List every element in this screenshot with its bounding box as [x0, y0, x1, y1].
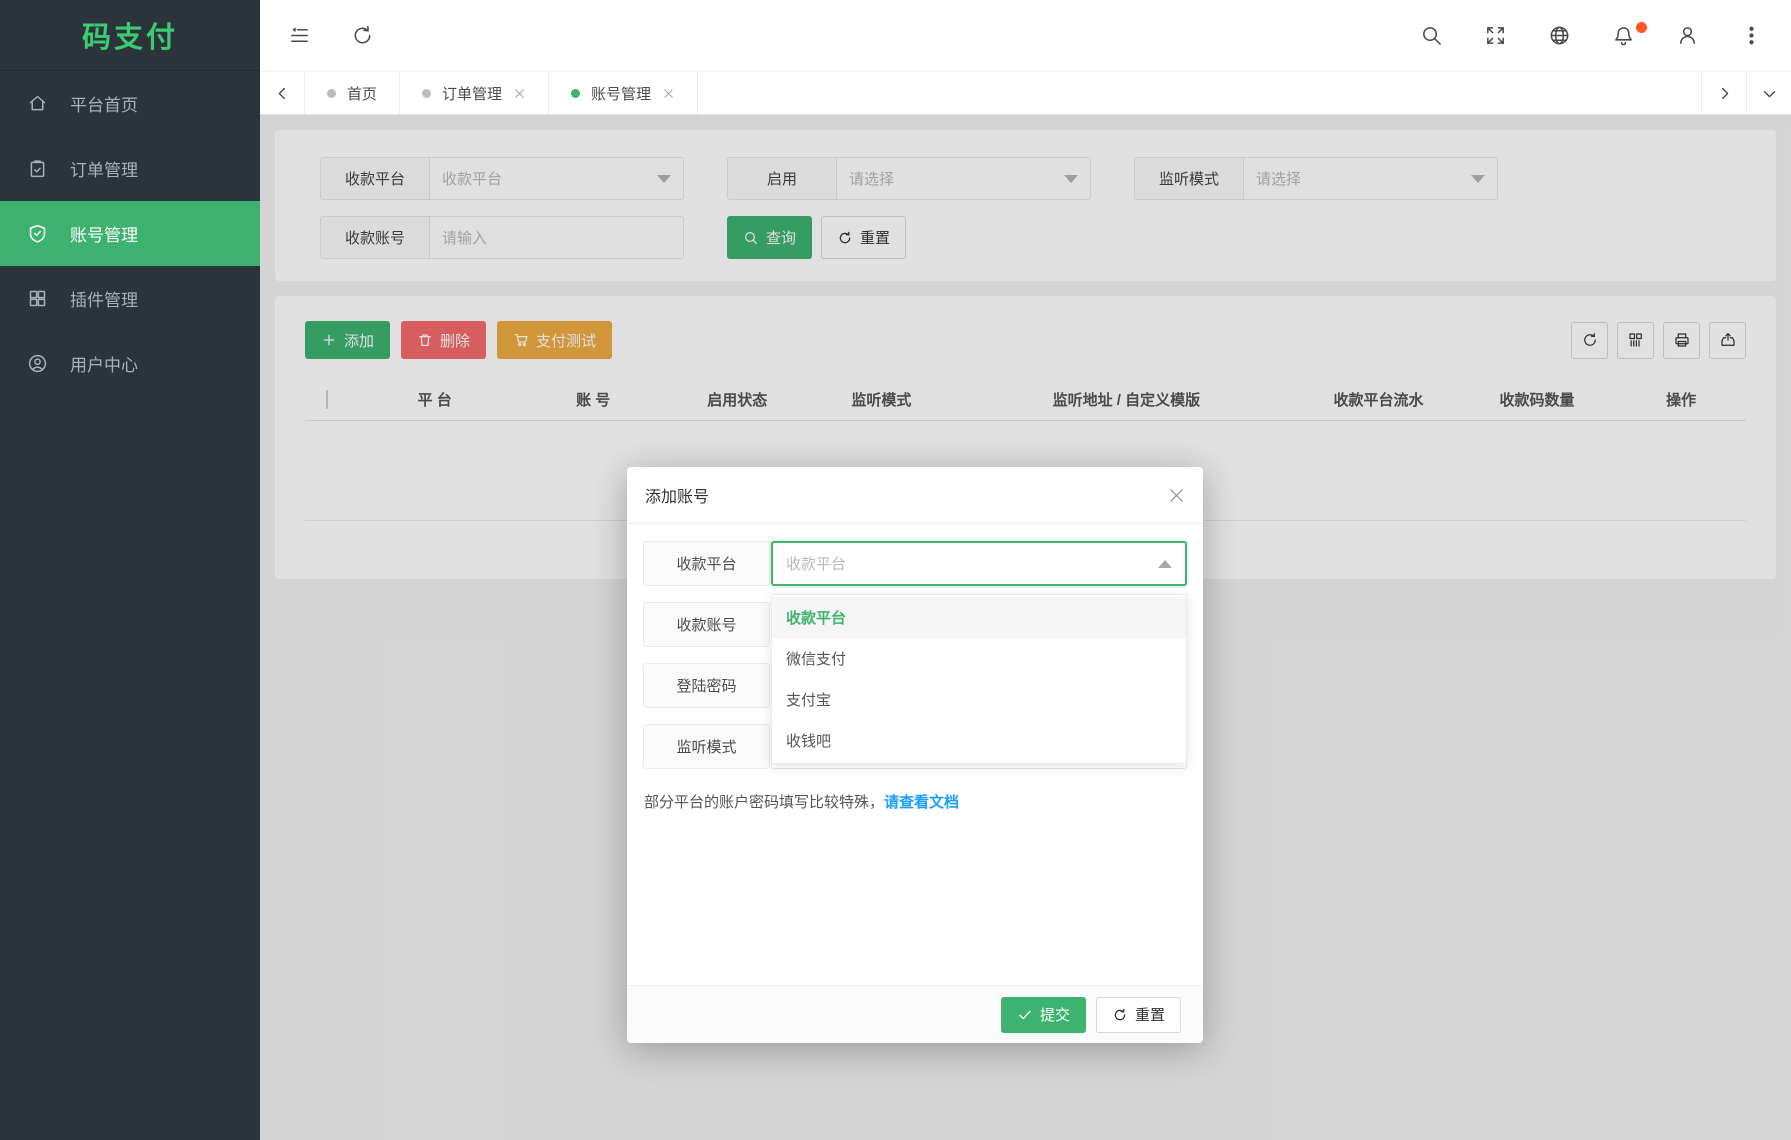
tab-label: 订单管理 — [442, 85, 503, 103]
home-icon — [27, 93, 48, 114]
modal-header: 添加账号 — [627, 467, 1203, 524]
sidebar-item-label: 插件管理 — [70, 291, 138, 310]
sidebar-item-label: 平台首页 — [70, 96, 138, 115]
more-vertical-icon[interactable] — [1740, 24, 1763, 47]
chevron-down-icon — [1763, 90, 1775, 97]
modal-field-account-label: 收款账号 — [643, 602, 770, 647]
tab-accounts[interactable]: 账号管理 — [549, 72, 699, 114]
platform-dropdown-panel: 收款平台 微信支付 支付宝 收钱吧 — [771, 594, 1187, 764]
check-icon — [1019, 1010, 1031, 1019]
docs-link[interactable]: 请查看文档 — [884, 794, 959, 811]
select-placeholder: 收款平台 — [786, 556, 847, 573]
modal-platform-select[interactable]: 收款平台 — [771, 541, 1187, 586]
modal-field-platform-label: 收款平台 — [643, 541, 770, 586]
dropdown-option-alipay[interactable]: 支付宝 — [772, 679, 1186, 720]
tab-close-icon[interactable] — [513, 87, 526, 100]
modal-field-listen-mode-label: 监听模式 — [643, 724, 770, 769]
modal-field-platform: 收款平台 收款平台 — [643, 541, 1187, 586]
modal-reset-button-label: 重置 — [1134, 1007, 1165, 1024]
sidebar-item-accounts[interactable]: 账号管理 — [0, 201, 260, 266]
search-icon[interactable] — [1420, 24, 1443, 47]
tabs-scroll-left-button[interactable] — [260, 72, 305, 114]
user-circle-icon — [27, 353, 48, 374]
refresh-icon[interactable] — [351, 24, 374, 47]
tabs-menu-button[interactable] — [1746, 72, 1791, 114]
sidebar: 码支付 平台首页 订单管理 账号管理 插件管理 用户中心 — [0, 0, 260, 1140]
modal-body: 收款平台 收款平台 收款账号 登陆密码 监听模式 收款平台 微信支付 支付宝 收… — [627, 524, 1203, 985]
grid-icon — [27, 288, 48, 309]
tabs-bar: 首页 订单管理 账号管理 — [260, 71, 1791, 115]
tab-orders[interactable]: 订单管理 — [400, 72, 550, 114]
tabs-spacer — [698, 72, 1701, 114]
sidebar-item-label: 订单管理 — [70, 161, 138, 180]
content-area: 收款平台 收款平台 启用 请选择 监听模式 请选择 收款账号 请输入 查询 重置… — [260, 115, 1791, 1140]
topbar-left — [288, 24, 374, 47]
tab-label: 账号管理 — [591, 85, 652, 103]
sidebar-item-label: 账号管理 — [70, 226, 138, 245]
sidebar-item-user-center[interactable]: 用户中心 — [0, 331, 260, 396]
caret-up-icon — [1158, 559, 1172, 568]
sidebar-item-plugins[interactable]: 插件管理 — [0, 266, 260, 331]
topbar — [260, 0, 1791, 71]
bell-icon[interactable] — [1612, 22, 1647, 47]
sidebar-item-orders[interactable]: 订单管理 — [0, 136, 260, 201]
add-account-modal: 添加账号 收款平台 收款平台 收款账号 登陆密码 监听模式 收款平台 微信支付 … — [627, 467, 1203, 1043]
globe-icon[interactable] — [1548, 24, 1571, 47]
sidebar-item-label: 用户中心 — [70, 356, 138, 375]
dropdown-option-wechat-pay[interactable]: 微信支付 — [772, 638, 1186, 679]
submit-button[interactable]: 提交 — [1000, 996, 1086, 1033]
refresh-icon — [1114, 1008, 1126, 1020]
modal-note-text: 部分平台的账户密码填写比较特殊， — [644, 794, 885, 811]
dropdown-option-shouqianba[interactable]: 收钱吧 — [772, 720, 1186, 761]
tab-status-dot — [327, 88, 336, 98]
clipboard-check-icon — [27, 158, 48, 179]
modal-title: 添加账号 — [645, 489, 710, 506]
fullscreen-icon[interactable] — [1484, 24, 1507, 47]
submit-button-label: 提交 — [1039, 1007, 1070, 1024]
chevron-left-icon — [278, 87, 285, 99]
sidebar-item-home[interactable]: 平台首页 — [0, 71, 260, 136]
user-icon[interactable] — [1676, 24, 1699, 47]
topbar-right — [1420, 22, 1763, 47]
main-area: 首页 订单管理 账号管理 收款平台 收款平台 启用 请选择 监听模式 请选择 收… — [260, 0, 1791, 1140]
modal-footer: 提交 重置 — [627, 985, 1203, 1043]
tab-home[interactable]: 首页 — [305, 72, 401, 114]
tab-status-dot — [422, 88, 432, 98]
modal-note: 部分平台的账户密码填写比较特殊，请查看文档 — [643, 791, 1187, 812]
notification-badge — [1636, 22, 1647, 33]
tab-close-icon[interactable] — [662, 87, 675, 100]
modal-field-password-label: 登陆密码 — [643, 663, 770, 708]
app-logo: 码支付 — [0, 0, 260, 71]
tabs-scroll-right-button[interactable] — [1701, 72, 1746, 114]
tab-label: 首页 — [347, 85, 378, 103]
chevron-right-icon — [1721, 87, 1728, 99]
close-icon[interactable] — [1168, 487, 1185, 504]
collapse-menu-icon[interactable] — [288, 24, 311, 47]
tab-status-dot — [571, 88, 581, 98]
dropdown-option-placeholder[interactable]: 收款平台 — [772, 597, 1186, 638]
app-window: 码支付 平台首页 订单管理 账号管理 插件管理 用户中心 首页 订单管理 账号管… — [0, 0, 1791, 1140]
modal-reset-button[interactable]: 重置 — [1095, 996, 1181, 1033]
shield-check-icon — [27, 223, 48, 244]
